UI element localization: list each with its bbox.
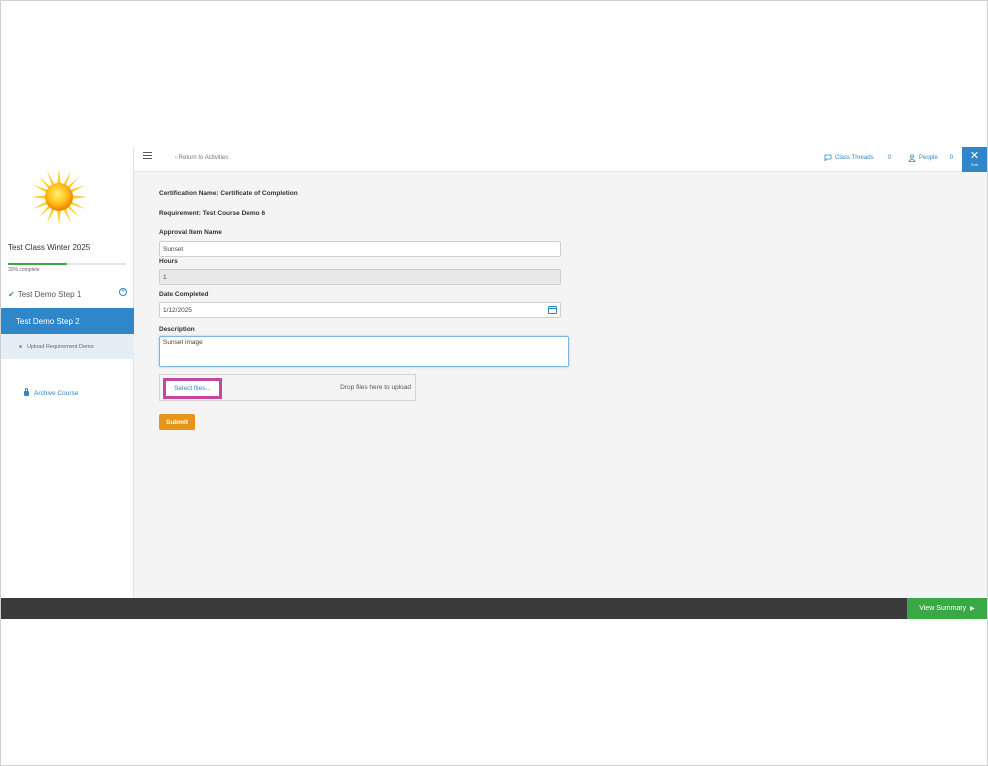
- course-progress-fill: [8, 263, 67, 265]
- calendar-icon[interactable]: [548, 306, 557, 314]
- checkmark-icon: ✔: [8, 289, 15, 299]
- requirement-name: Requirement: Test Course Demo 6: [159, 210, 266, 217]
- archive-course-link[interactable]: Archive Course: [24, 388, 79, 397]
- lock-icon: [24, 388, 29, 396]
- footer-bar: View Summary ▶: [1, 598, 987, 619]
- hours-input: 1: [159, 269, 561, 285]
- expand-plus-icon[interactable]: +: [119, 288, 127, 296]
- sidebar-step-1[interactable]: ✔ Test Demo Step 1 +: [1, 285, 133, 303]
- sidebar: Test Class Winter 2025 30% complete ✔ Te…: [1, 147, 134, 598]
- course-progress-bar: [8, 263, 126, 265]
- chat-bubble-icon: [824, 154, 832, 161]
- sidebar-step-2[interactable]: Test Demo Step 2: [1, 308, 134, 334]
- date-completed-value: 1/12/2025: [163, 306, 192, 314]
- people-button[interactable]: People 0: [908, 154, 953, 162]
- course-title: Test Class Winter 2025: [8, 243, 91, 252]
- submit-button[interactable]: Submit: [159, 414, 195, 430]
- sidebar-substep-label: Upload Requirement Demo: [27, 343, 94, 350]
- people-count: 0: [949, 155, 954, 161]
- bullet-dot-icon: [19, 345, 22, 348]
- drop-files-text: Drop files here to upload: [340, 384, 411, 391]
- caret-right-icon: ▶: [970, 606, 975, 612]
- approval-item-label: Approval Item Name: [159, 229, 222, 236]
- hours-label: Hours: [159, 258, 178, 265]
- class-threads-button[interactable]: Class Threads 0: [824, 154, 891, 161]
- close-icon: ✕: [969, 150, 980, 162]
- certification-name: Certification Name: Certificate of Compl…: [159, 190, 298, 197]
- people-label: People: [919, 155, 938, 161]
- archive-course-label: Archive Course: [34, 390, 79, 397]
- sidebar-substep-upload[interactable]: Upload Requirement Demo: [1, 334, 134, 359]
- return-to-activities-link[interactable]: ‹ Return to Activities: [175, 155, 228, 161]
- description-label: Description: [159, 326, 195, 333]
- person-icon: [908, 154, 916, 162]
- class-threads-label: Class Threads: [835, 154, 874, 161]
- description-value: Sunset image: [163, 339, 203, 346]
- approval-item-input[interactable]: Sunset: [159, 241, 561, 257]
- main-content: Certification Name: Certificate of Compl…: [134, 172, 987, 598]
- return-to-activities-label: Return to Activities: [178, 155, 229, 161]
- class-threads-count: 0: [887, 154, 891, 161]
- sun-logo-icon: [31, 169, 87, 225]
- approval-item-value: Sunset: [163, 245, 184, 253]
- course-progress-text: 30% complete: [8, 267, 40, 273]
- select-files-label: Select files...: [174, 385, 211, 392]
- exit-button[interactable]: ✕ Exit: [962, 147, 987, 172]
- description-textarea[interactable]: Sunset image: [159, 336, 569, 367]
- hours-value: 1: [163, 273, 167, 281]
- sidebar-step-2-label: Test Demo Step 2: [16, 316, 80, 326]
- exit-label: Exit: [971, 162, 978, 167]
- view-summary-label: View Summary: [919, 605, 967, 612]
- view-summary-button[interactable]: View Summary ▶: [907, 598, 987, 619]
- file-upload-dropzone[interactable]: Select files... Drop files here to uploa…: [159, 374, 416, 401]
- sidebar-step-1-label: Test Demo Step 1: [17, 289, 82, 299]
- date-completed-input[interactable]: 1/12/2025: [159, 302, 561, 318]
- select-files-button[interactable]: Select files...: [163, 378, 222, 399]
- date-completed-label: Date Completed: [159, 291, 209, 298]
- top-bar: ‹ Return to Activities Class Threads 0 P…: [134, 147, 987, 172]
- hamburger-menu-icon[interactable]: [143, 152, 152, 160]
